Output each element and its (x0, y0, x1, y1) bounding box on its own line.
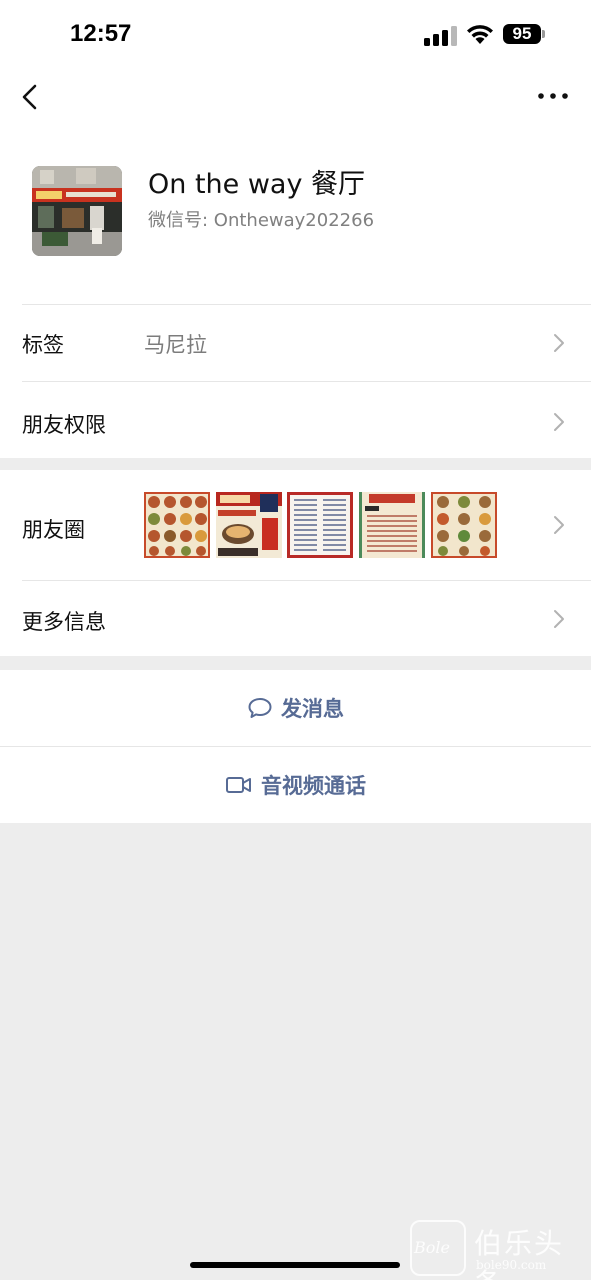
profile-header: On the way 餐厅 微信号: Ontheway202266 (0, 126, 591, 306)
chat-bubble-icon (248, 698, 272, 718)
row-tag-value: 马尼拉 (144, 333, 207, 357)
moment-thumbnail[interactable] (144, 492, 210, 558)
ellipsis-icon[interactable] (536, 86, 570, 106)
chevron-left-icon[interactable] (16, 80, 46, 114)
video-call-button[interactable]: 音视频通话 (0, 747, 591, 823)
battery-indicator: 95 (503, 24, 541, 44)
cellular-signal-icon (424, 26, 458, 46)
moment-thumbnail[interactable] (216, 492, 282, 558)
chevron-right-icon (554, 610, 564, 628)
row-permissions[interactable]: 朋友权限 (0, 382, 591, 458)
row-tag[interactable]: 标签 马尼拉 (0, 305, 591, 381)
send-message-label: 发消息 (281, 697, 344, 721)
status-bar: 12:57 95 (0, 0, 591, 70)
row-permissions-label: 朋友权限 (22, 413, 106, 437)
video-camera-icon (226, 777, 251, 793)
wechat-id: 微信号: Ontheway202266 (148, 210, 375, 231)
watermark: Bole 伯乐头条 bole90.com (410, 1220, 591, 1280)
moment-thumbnail[interactable] (359, 492, 425, 558)
wifi-icon (467, 25, 493, 44)
row-moments[interactable]: 朋友圈 (0, 470, 591, 580)
moment-thumbnail[interactable] (287, 492, 353, 558)
status-time: 12:57 (70, 20, 132, 47)
row-more-info[interactable]: 更多信息 (0, 581, 591, 656)
row-tag-label: 标签 (22, 333, 64, 357)
nav-bar (0, 70, 591, 126)
send-message-button[interactable]: 发消息 (0, 670, 591, 746)
home-indicator[interactable] (190, 1262, 400, 1268)
chevron-right-icon (554, 516, 564, 534)
video-call-label: 音视频通话 (261, 774, 366, 798)
watermark-sub: bole90.com (476, 1258, 547, 1272)
battery-tip (542, 30, 545, 38)
moment-thumbnail[interactable] (431, 492, 497, 558)
profile-name: On the way 餐厅 (148, 169, 366, 200)
row-more-info-label: 更多信息 (22, 610, 106, 634)
chevron-right-icon (554, 334, 564, 352)
watermark-logo: Bole (414, 1238, 450, 1257)
chevron-right-icon (554, 413, 564, 431)
row-moments-label: 朋友圈 (22, 518, 85, 542)
moments-section: 朋友圈 更多信息 (0, 470, 591, 656)
contact-settings-section: 标签 马尼拉 朋友权限 (0, 304, 591, 458)
avatar[interactable] (32, 166, 122, 256)
